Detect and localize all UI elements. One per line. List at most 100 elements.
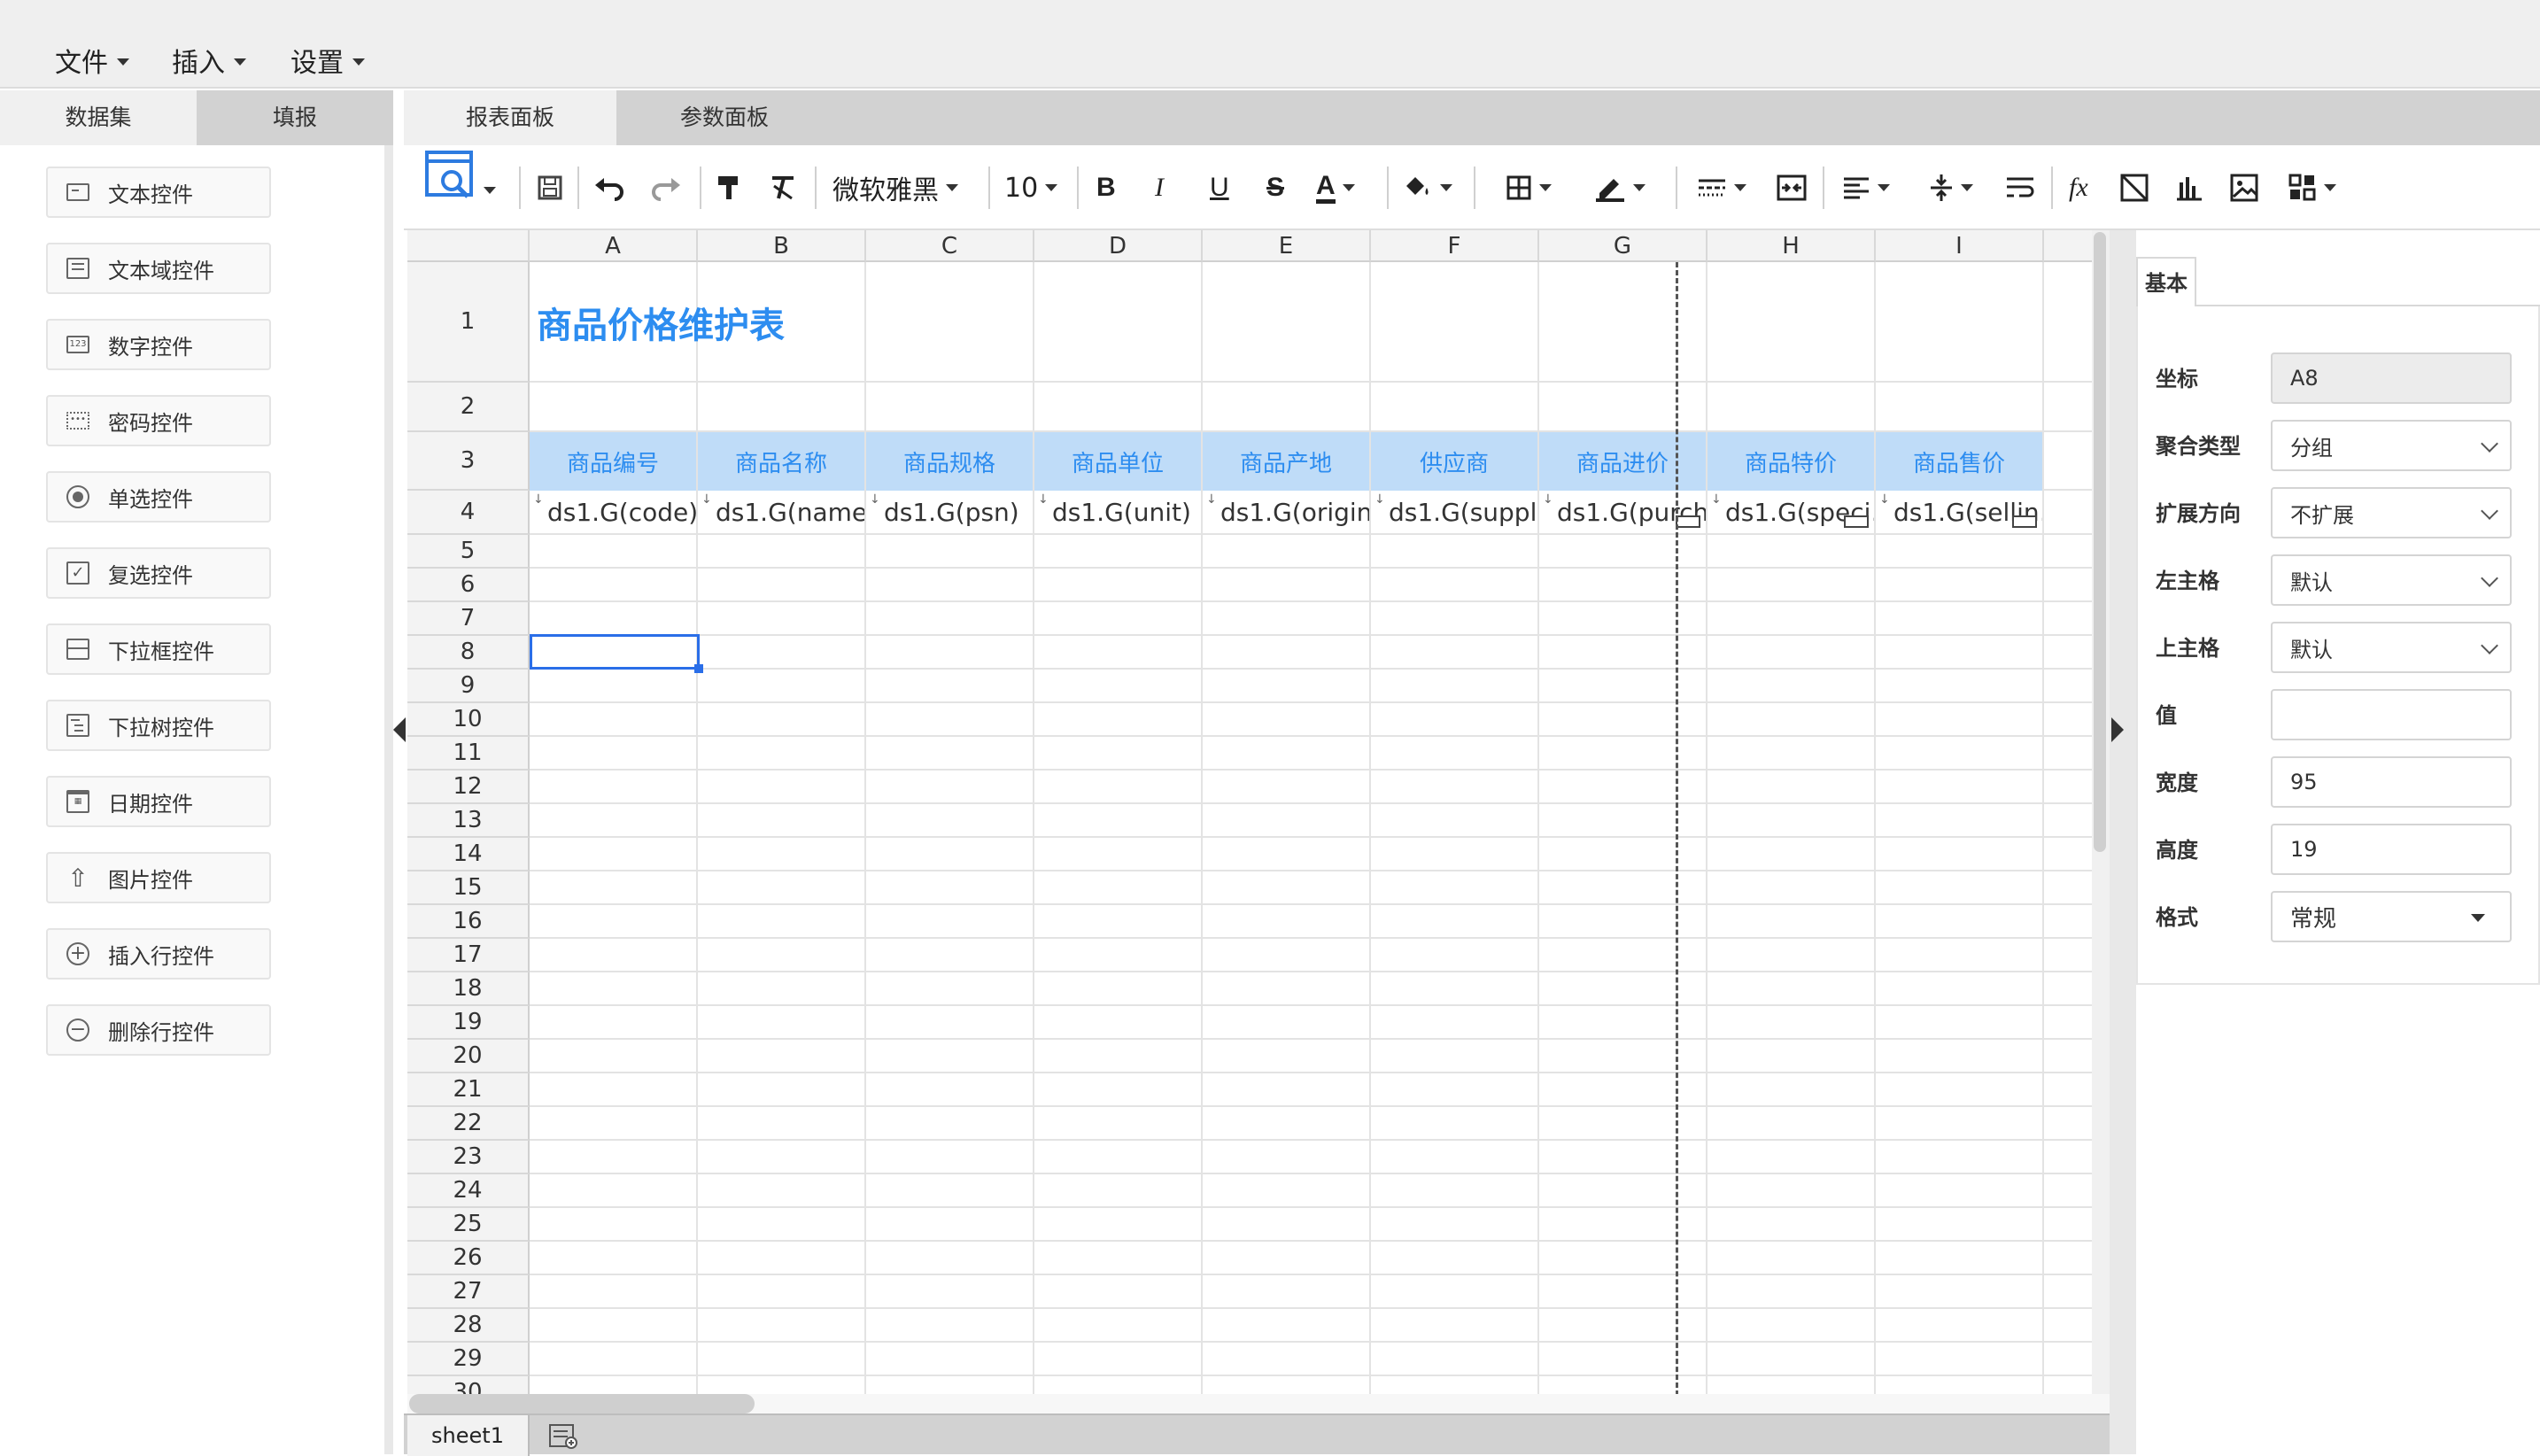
- expression-cell[interactable]: ↓ds1.G(speci…: [1708, 491, 1874, 533]
- top-parent-select[interactable]: 默认: [2271, 622, 2512, 673]
- row-header-17[interactable]: 17: [407, 939, 530, 972]
- row-header-27[interactable]: 27: [407, 1275, 530, 1309]
- column-header-f[interactable]: F: [1371, 230, 1539, 262]
- fill-handle[interactable]: [694, 664, 703, 673]
- row-header-7[interactable]: 7: [407, 602, 530, 636]
- row-header-4[interactable]: 4: [407, 491, 530, 535]
- widget-checkbox[interactable]: ✓ 复选控件: [46, 547, 271, 599]
- row-header-10[interactable]: 10: [407, 703, 530, 737]
- widget-radio[interactable]: 单选控件: [46, 471, 271, 523]
- header-cell[interactable]: 商品规格: [866, 432, 1033, 491]
- row-header-1[interactable]: 1: [407, 262, 530, 383]
- row-header-20[interactable]: 20: [407, 1040, 530, 1073]
- row-header-25[interactable]: 25: [407, 1208, 530, 1242]
- column-header-e[interactable]: E: [1203, 230, 1371, 262]
- header-cell[interactable]: 商品名称: [698, 432, 864, 491]
- column-header-i[interactable]: I: [1876, 230, 2044, 262]
- redo-button[interactable]: [650, 165, 682, 211]
- expression-cell[interactable]: ↓ ds1.G(name): [698, 491, 864, 533]
- horizontal-scrollbar[interactable]: [409, 1394, 755, 1413]
- expression-cell[interactable]: ↓ds1.G(sellin…: [1876, 491, 2042, 533]
- font-family-select[interactable]: 微软雅黑: [832, 165, 958, 211]
- bold-button[interactable]: B: [1096, 165, 1116, 211]
- selected-cell[interactable]: [530, 634, 700, 670]
- font-color-button[interactable]: A: [1316, 165, 1355, 211]
- row-header-11[interactable]: 11: [407, 737, 530, 771]
- header-cell[interactable]: 商品售价: [1876, 432, 2042, 491]
- column-header-h[interactable]: H: [1708, 230, 1876, 262]
- widget-password[interactable]: ••• 密码控件: [46, 395, 271, 446]
- row-header-12[interactable]: 12: [407, 771, 530, 804]
- row-header-23[interactable]: 23: [407, 1141, 530, 1174]
- corner-cell[interactable]: [407, 230, 530, 262]
- spreadsheet-grid[interactable]: ABCDEFGHI 1 2 3 4 5 6 7 8 9 10 11 12 13 14 15 16 17 18 19 2…: [407, 230, 2092, 1396]
- title-cell[interactable]: 商品价格维护表: [537, 262, 1334, 383]
- undo-button[interactable]: [593, 165, 625, 211]
- expression-cell[interactable]: ↓ ds1.G(unit): [1034, 491, 1201, 533]
- formula-button[interactable]: fx: [2069, 165, 2088, 211]
- diagonal-header-button[interactable]: [2120, 165, 2149, 211]
- row-header-14[interactable]: 14: [407, 838, 530, 871]
- underline-button[interactable]: U: [1210, 165, 1229, 211]
- row-header-26[interactable]: 26: [407, 1242, 530, 1275]
- row-header-13[interactable]: 13: [407, 804, 530, 838]
- menu-settings[interactable]: 设置: [290, 41, 365, 80]
- left-parent-select[interactable]: 默认: [2271, 554, 2512, 606]
- row-header-18[interactable]: 18: [407, 972, 530, 1006]
- border-color-button[interactable]: [1594, 165, 1646, 211]
- row-header-21[interactable]: 21: [407, 1073, 530, 1107]
- row-header-2[interactable]: 2: [407, 383, 530, 432]
- widget-insert-row[interactable]: + 插入行控件: [46, 928, 271, 980]
- clear-format-button[interactable]: [769, 165, 797, 211]
- agg-type-select[interactable]: 分组: [2271, 420, 2512, 471]
- italic-button[interactable]: I: [1155, 165, 1164, 211]
- insert-chart-button[interactable]: [2175, 165, 2203, 211]
- merge-cells-button[interactable]: [1777, 165, 1807, 211]
- width-field[interactable]: 95: [2271, 756, 2512, 808]
- row-header-28[interactable]: 28: [407, 1309, 530, 1343]
- row-header-9[interactable]: 9: [407, 670, 530, 703]
- more-widgets-button[interactable]: [2288, 165, 2336, 211]
- tab-basic[interactable]: 基本: [2136, 257, 2196, 306]
- expression-cell[interactable]: ↓ ds1.G(psn): [866, 491, 1033, 533]
- border-style-button[interactable]: [1697, 165, 1746, 211]
- row-header-29[interactable]: 29: [407, 1343, 530, 1376]
- collapse-left-icon[interactable]: [393, 717, 406, 742]
- column-header-partial[interactable]: [2044, 230, 2092, 262]
- strikethrough-button[interactable]: S: [1266, 165, 1284, 211]
- widget-text[interactable]: 文本控件: [46, 167, 271, 218]
- header-cell[interactable]: 商品单位: [1034, 432, 1201, 491]
- menu-file[interactable]: 文件: [55, 41, 129, 80]
- wrap-text-button[interactable]: [2005, 165, 2035, 211]
- column-header-g[interactable]: G: [1539, 230, 1708, 262]
- row-header-22[interactable]: 22: [407, 1107, 530, 1141]
- row-header-30[interactable]: 30: [407, 1376, 530, 1396]
- widget-delete-row[interactable]: − 删除行控件: [46, 1004, 271, 1056]
- header-cell[interactable]: 商品特价: [1708, 432, 1874, 491]
- vertical-scrollbar[interactable]: [2094, 232, 2106, 852]
- column-header-c[interactable]: C: [866, 230, 1034, 262]
- expand-dir-select[interactable]: 不扩展: [2271, 487, 2512, 538]
- column-header-d[interactable]: D: [1034, 230, 1203, 262]
- tab-report-panel[interactable]: 报表面板: [404, 90, 616, 145]
- sheet-tab[interactable]: sheet1: [407, 1415, 530, 1456]
- header-cell[interactable]: 商品编号: [530, 432, 696, 491]
- widget-number[interactable]: 123 数字控件: [46, 319, 271, 370]
- border-button[interactable]: [1506, 165, 1552, 211]
- row-header-15[interactable]: 15: [407, 871, 530, 905]
- row-header-24[interactable]: 24: [407, 1174, 530, 1208]
- menu-insert[interactable]: 插入: [172, 41, 246, 80]
- widget-dropdown[interactable]: 下拉框控件: [46, 623, 271, 675]
- row-header-3[interactable]: 3: [407, 432, 530, 491]
- insert-image-button[interactable]: [2230, 165, 2258, 211]
- expression-cell[interactable]: ↓ ds1.G(suppli…: [1371, 491, 1537, 533]
- widget-textarea[interactable]: 文本域控件: [46, 243, 271, 294]
- tab-dataset[interactable]: 数据集: [0, 90, 197, 145]
- fill-color-button[interactable]: [1403, 165, 1452, 211]
- font-size-select[interactable]: 10: [1004, 165, 1058, 211]
- widget-date[interactable]: ▦ 日期控件: [46, 776, 271, 827]
- row-header-16[interactable]: 16: [407, 905, 530, 939]
- expression-cell[interactable]: ↓ ds1.G(code): [530, 491, 696, 533]
- value-field[interactable]: [2271, 689, 2512, 740]
- expression-cell[interactable]: ↓ ds1.G(origin): [1203, 491, 1369, 533]
